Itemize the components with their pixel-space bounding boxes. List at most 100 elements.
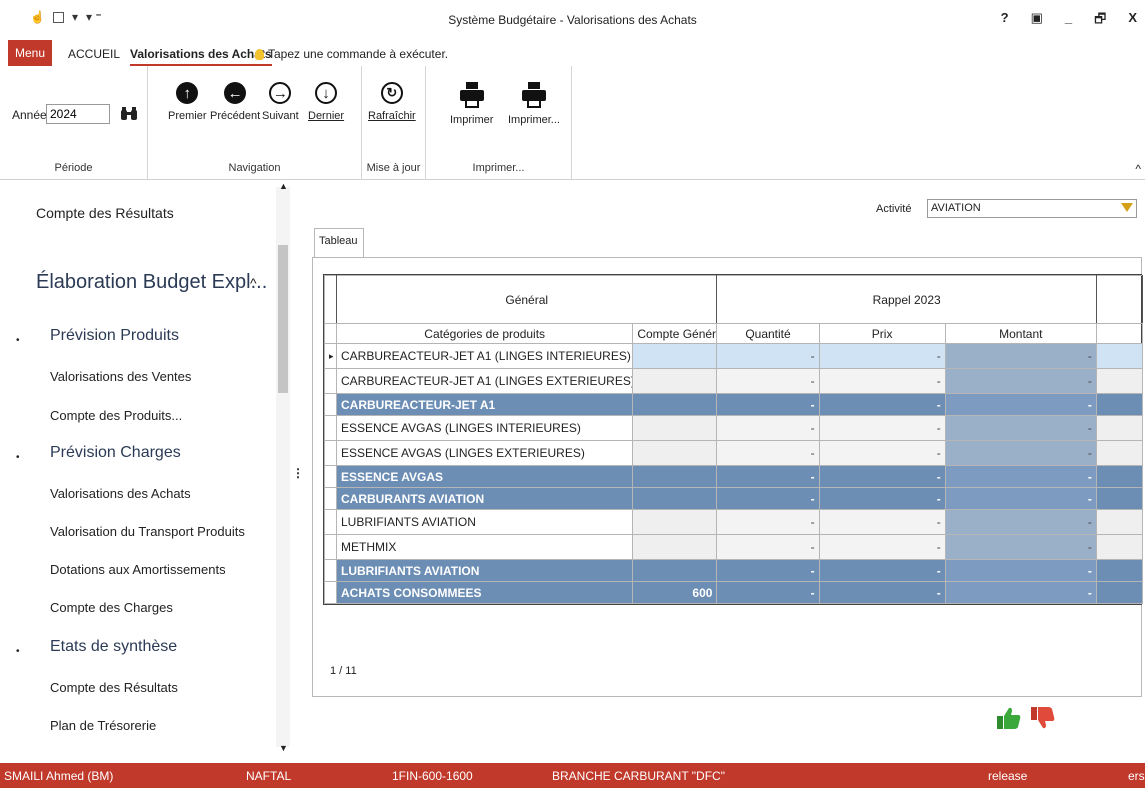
ribbon-display-icon[interactable]: ▣ (1031, 10, 1043, 32)
cell-montant[interactable]: - (944, 559, 1097, 582)
column-header-compte-general[interactable]: Compte Général (632, 323, 718, 344)
cell-quantite[interactable]: - (716, 343, 820, 369)
nav-item-compte-produits[interactable]: Compte des Produits... (50, 408, 182, 423)
cell-quantite[interactable]: - (716, 559, 820, 582)
cell-categorie[interactable]: ACHATS CONSOMMEES (335, 581, 634, 604)
cell-quantite[interactable]: - (716, 393, 820, 416)
imprimer-button[interactable]: Imprimer (450, 82, 493, 126)
cell-montant[interactable]: - (944, 440, 1097, 466)
cell-compte-general[interactable] (632, 440, 718, 466)
cell-categorie[interactable]: CARBUREACTEUR-JET A1 (335, 393, 634, 416)
cell-quantite[interactable]: - (716, 534, 820, 560)
cell-compte-general[interactable] (632, 487, 718, 510)
cell-montant[interactable]: - (944, 343, 1097, 369)
cell-prix[interactable]: - (818, 487, 946, 510)
cell-quantite[interactable]: - (716, 415, 820, 441)
cell-categorie[interactable]: ESSENCE AVGAS (LINGES INTERIEURES) (335, 415, 634, 441)
nav-item-compte-resultats[interactable]: Compte des Résultats (50, 680, 178, 695)
minimize-button[interactable]: _ (1065, 10, 1072, 32)
table-row[interactable]: CARBURANTS AVIATION - - - (324, 487, 1144, 510)
cell-prix[interactable]: - (818, 465, 946, 488)
cell-categorie[interactable]: CARBUREACTEUR-JET A1 (LINGES EXTERIEURES… (335, 368, 634, 394)
cell-montant[interactable]: - (944, 393, 1097, 416)
filter-funnel-icon[interactable] (1121, 203, 1133, 212)
cell-quantite[interactable]: - (716, 440, 820, 466)
cell-categorie[interactable]: LUBRIFIANTS AVIATION (335, 559, 634, 582)
cell-prix[interactable]: - (818, 415, 946, 441)
nav-item-compte-resultats-top[interactable]: Compte des Résultats (36, 205, 174, 221)
cell-prix[interactable]: - (818, 393, 946, 416)
nav-section-etats-synthese[interactable]: Etats de synthèse (50, 638, 177, 656)
cell-prix[interactable]: - (818, 368, 946, 394)
cell-prix[interactable]: - (818, 534, 946, 560)
help-button[interactable]: ? (1001, 10, 1009, 32)
cell-montant[interactable]: - (944, 487, 1097, 510)
imprimer-plus-button[interactable]: Imprimer... (508, 82, 560, 126)
table-row[interactable]: ▸ CARBUREACTEUR-JET A1 (LINGES INTERIEURE… (324, 343, 1144, 369)
cell-montant[interactable]: - (944, 534, 1097, 560)
cell-categorie[interactable]: LUBRIFIANTS AVIATION (335, 509, 634, 535)
table-row[interactable]: LUBRIFIANTS AVIATION - - - (324, 509, 1144, 535)
cell-compte-general[interactable] (632, 415, 718, 441)
cell-prix[interactable]: - (818, 581, 946, 604)
column-header-prix[interactable]: Prix (818, 323, 946, 344)
cell-quantite[interactable]: - (716, 509, 820, 535)
nav-item-plan-tresorerie[interactable]: Plan de Trésorerie (50, 718, 156, 733)
nav-section-prevision-produits[interactable]: Prévision Produits (50, 327, 179, 345)
cell-compte-general[interactable] (632, 393, 718, 416)
cell-montant[interactable]: - (944, 465, 1097, 488)
precedent-button[interactable]: ← Précédent (210, 82, 260, 122)
table-row[interactable]: CARBUREACTEUR-JET A1 (LINGES EXTERIEURES… (324, 368, 1144, 394)
cell-compte-general[interactable] (632, 368, 718, 394)
nav-item-valorisations-achats[interactable]: Valorisations des Achats (50, 486, 191, 501)
table-row[interactable]: ESSENCE AVGAS (LINGES INTERIEURES) - - - (324, 415, 1144, 441)
scroll-up-arrow-icon[interactable]: ▲ (279, 181, 288, 191)
nav-section-prevision-charges[interactable]: Prévision Charges (50, 444, 181, 462)
column-header-quantite[interactable]: Quantité (716, 323, 820, 344)
maximize-button[interactable]: 🗗 (1094, 10, 1106, 32)
close-button[interactable]: X (1128, 10, 1137, 32)
nav-item-valorisation-transport[interactable]: Valorisation du Transport Produits (50, 524, 245, 539)
table-row[interactable]: ESSENCE AVGAS (LINGES EXTERIEURES) - - - (324, 440, 1144, 466)
cell-categorie[interactable]: ESSENCE AVGAS (LINGES EXTERIEURES) (335, 440, 634, 466)
cell-montant[interactable]: - (944, 415, 1097, 441)
menu-button[interactable]: Menu (8, 40, 52, 66)
cell-categorie[interactable]: ESSENCE AVGAS (335, 465, 634, 488)
activite-filter-field[interactable]: AVIATION (927, 199, 1137, 218)
cell-prix[interactable]: - (818, 343, 946, 369)
nav-item-dotations-amortissements[interactable]: Dotations aux Amortissements (50, 562, 226, 577)
cell-prix[interactable]: - (818, 440, 946, 466)
nav-item-valorisations-ventes[interactable]: Valorisations des Ventes (50, 369, 191, 384)
cell-quantite[interactable]: - (716, 581, 820, 604)
cell-quantite[interactable]: - (716, 368, 820, 394)
collapse-ribbon-icon[interactable]: ^ (1135, 162, 1141, 176)
cell-prix[interactable]: - (818, 559, 946, 582)
cell-compte-general[interactable] (632, 534, 718, 560)
nav-scrollbar-thumb[interactable] (278, 245, 288, 393)
rafraichir-button[interactable]: ↻ Rafraîchir (368, 82, 416, 122)
suivant-button[interactable]: → Suivant (262, 82, 299, 122)
binoculars-icon[interactable] (120, 106, 138, 122)
table-row[interactable]: LUBRIFIANTS AVIATION - - - (324, 559, 1144, 582)
cell-compte-general[interactable] (632, 343, 718, 369)
cell-montant[interactable]: - (944, 368, 1097, 394)
cell-compte-general[interactable] (632, 559, 718, 582)
tell-me-box[interactable]: Tapez une commande à exécuter. (255, 47, 448, 61)
cell-compte-general[interactable]: 600 (632, 581, 718, 604)
nav-item-compte-charges[interactable]: Compte des Charges (50, 600, 173, 615)
thumbs-up-icon[interactable] (996, 705, 1022, 731)
cell-quantite[interactable]: - (716, 465, 820, 488)
tab-accueil[interactable]: ACCUEIL (68, 47, 120, 61)
table-row[interactable]: ESSENCE AVGAS - - - (324, 465, 1144, 488)
chevron-up-icon[interactable]: ^ (250, 275, 257, 291)
scroll-down-arrow-icon[interactable]: ▼ (279, 743, 288, 753)
tab-valorisations-des-achats[interactable]: Valorisations des Achats (130, 47, 272, 66)
tab-tableau[interactable]: Tableau (314, 228, 364, 258)
cell-categorie[interactable]: METHMIX (335, 534, 634, 560)
thumbs-down-icon[interactable] (1030, 705, 1056, 731)
cell-categorie[interactable]: CARBURANTS AVIATION (335, 487, 634, 510)
column-header-montant[interactable]: Montant (944, 323, 1097, 344)
cell-prix[interactable]: - (818, 509, 946, 535)
cell-categorie[interactable]: CARBUREACTEUR-JET A1 (LINGES INTERIEURES… (335, 343, 634, 369)
cell-montant[interactable]: - (944, 509, 1097, 535)
